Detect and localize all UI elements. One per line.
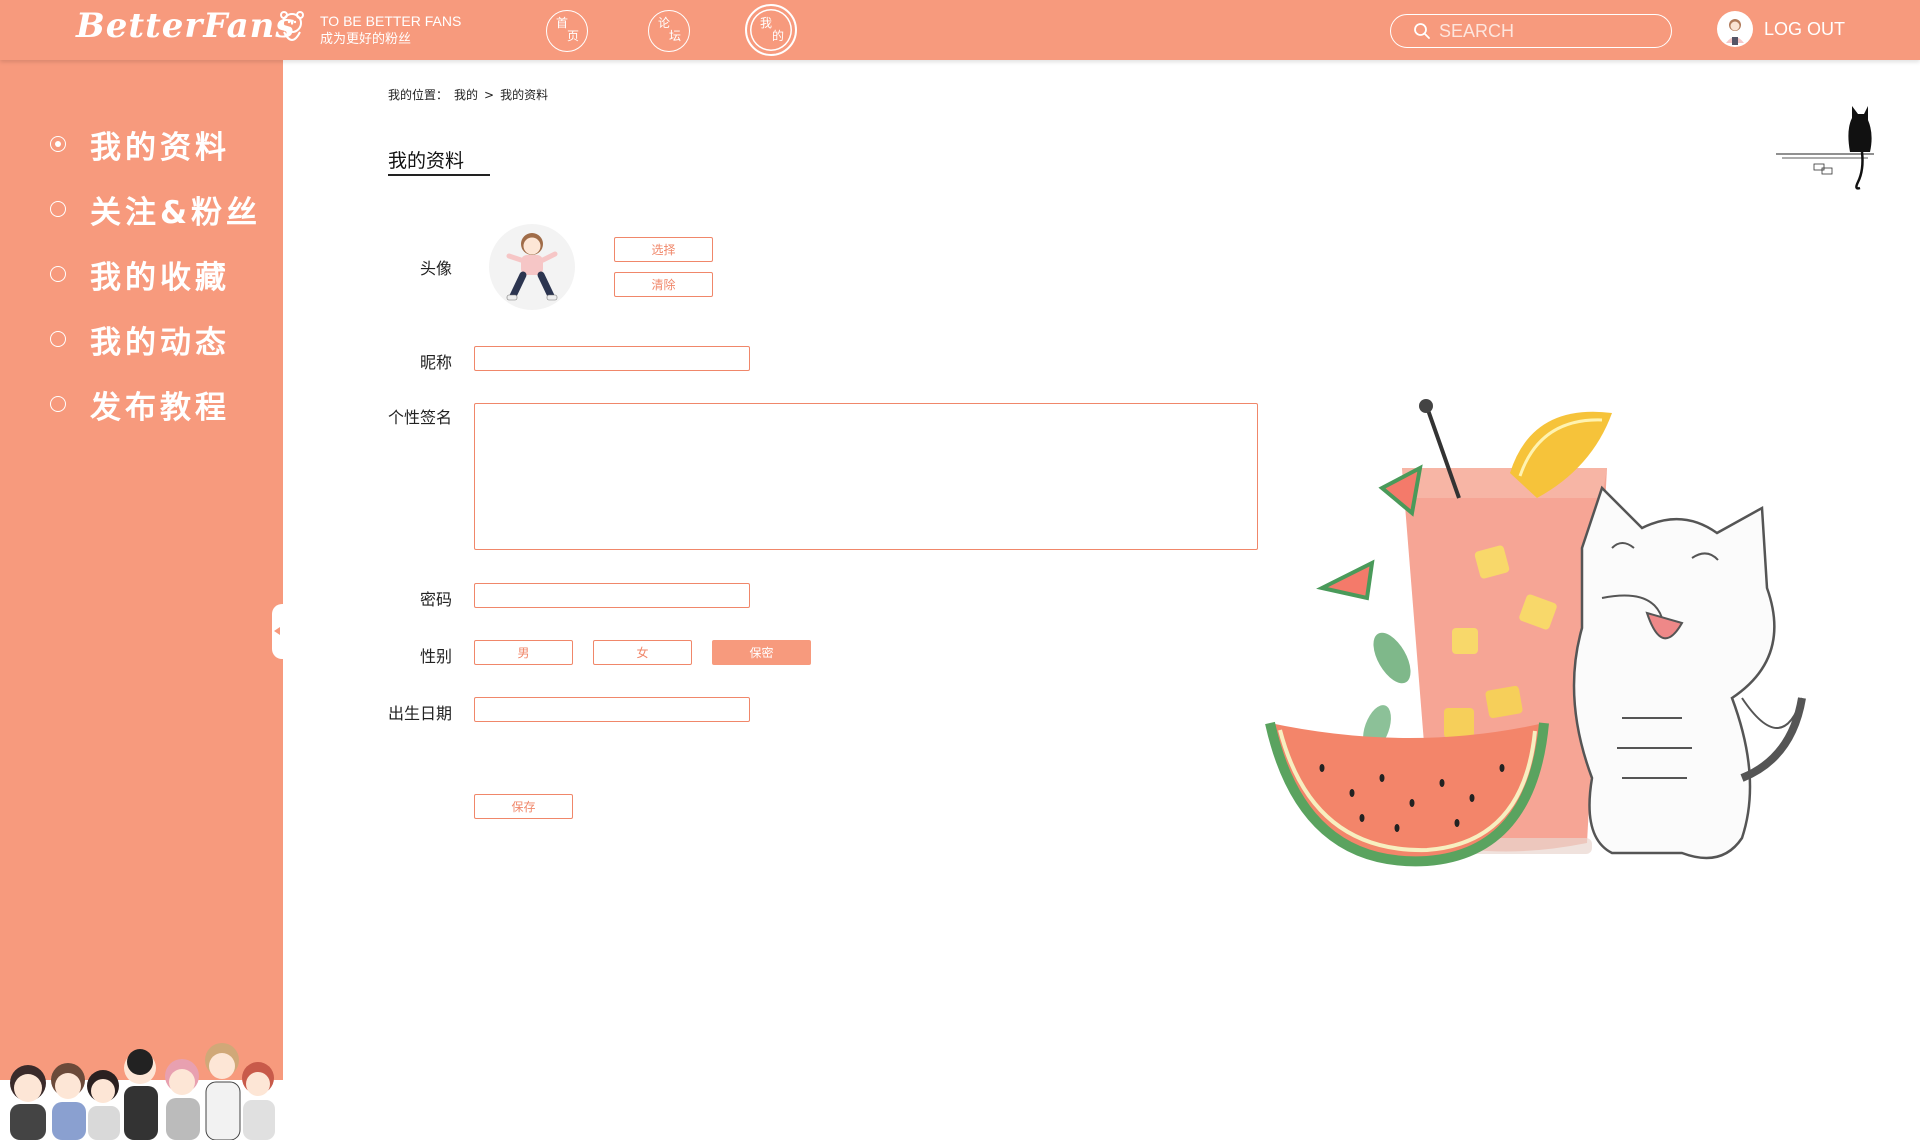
- gender-female-button[interactable]: 女: [593, 640, 692, 665]
- breadcrumb-prefix: 我的位置：: [388, 88, 449, 102]
- drink-watermelon-cat-illustration: [1265, 399, 1806, 867]
- nav-mine[interactable]: 我 的: [745, 4, 797, 56]
- sidebar-item-label: 发布教程: [90, 389, 230, 426]
- signature-label: 个性签名: [387, 408, 452, 427]
- choose-avatar-button[interactable]: 选择: [614, 237, 713, 262]
- sidebar-item-follow-fans[interactable]: 关注&粉丝: [50, 187, 261, 231]
- cartoon-group-illustration: [10, 1043, 275, 1140]
- nav-home[interactable]: 首 页: [546, 10, 588, 52]
- cat-silhouette-decoration: [1776, 106, 1874, 190]
- user-avatar[interactable]: [1717, 11, 1753, 47]
- avatar-label: 头像: [419, 259, 452, 278]
- breadcrumb: 我的位置： 我的 > 我的资料: [388, 86, 554, 103]
- sidebar-item-publish-tutorial[interactable]: 发布教程: [50, 382, 230, 426]
- search-input[interactable]: [1439, 19, 1659, 43]
- nickname-label: 昵称: [419, 353, 452, 372]
- nickname-input[interactable]: [474, 346, 750, 371]
- sidebar-item-favorites[interactable]: 我的收藏: [50, 252, 230, 296]
- password-label: 密码: [419, 590, 452, 609]
- page-title: 我的资料: [388, 150, 465, 172]
- sidebar-item-label: 关注&粉丝: [90, 194, 262, 231]
- radio-icon: [50, 266, 66, 282]
- tagline-cn: 成为更好的粉丝: [320, 31, 412, 46]
- logout-button[interactable]: LOG OUT: [1764, 19, 1845, 40]
- sidebar-collapse-handle[interactable]: [272, 604, 284, 659]
- nav-forum[interactable]: 论 坛: [648, 10, 690, 52]
- save-button[interactable]: 保存: [474, 794, 573, 819]
- breadcrumb-level2: 我的资料: [500, 88, 549, 102]
- gender-male-button[interactable]: 男: [474, 640, 573, 665]
- profile-avatar-image: [506, 233, 558, 301]
- user-avatar-icon: [1726, 19, 1744, 45]
- radio-selected-icon: [50, 136, 66, 152]
- radio-icon: [50, 396, 66, 412]
- gender-secret-button[interactable]: 保密: [712, 640, 811, 665]
- sidebar-item-profile[interactable]: 我的资料: [50, 122, 230, 166]
- tagline-en: TO BE BETTER FANS: [320, 13, 462, 29]
- radio-icon: [50, 331, 66, 347]
- sidebar-item-label: 我的收藏: [90, 259, 230, 296]
- site-logo[interactable]: BetterFans: [76, 6, 296, 46]
- sidebar-item-activity[interactable]: 我的动态: [50, 317, 230, 361]
- nav-mine-char1: 我: [760, 16, 773, 30]
- sidebar-item-label: 我的动态: [90, 324, 230, 361]
- sidebar: 我的资料 关注&粉丝 我的收藏 我的动态 发布教程: [0, 60, 284, 1140]
- bear-mascot-icon: [280, 11, 304, 41]
- search-box[interactable]: [1390, 14, 1672, 48]
- nav-mine-char2: 的: [772, 29, 785, 43]
- birthday-input[interactable]: [474, 697, 750, 722]
- nav-forum-char2: 坛: [669, 29, 682, 43]
- signature-textarea[interactable]: [474, 403, 1258, 550]
- search-icon: [1414, 23, 1430, 39]
- clear-avatar-button[interactable]: 清除: [614, 272, 713, 297]
- profile-avatar: [489, 224, 575, 310]
- password-input[interactable]: [474, 583, 750, 608]
- top-header: BetterFans TO BE BETTER FANS 成为更好的粉丝 首 页…: [0, 0, 1920, 60]
- nav-home-char2: 页: [567, 29, 580, 43]
- radio-icon: [50, 201, 66, 217]
- tagline: TO BE BETTER FANS 成为更好的粉丝: [320, 13, 461, 47]
- birthday-label: 出生日期: [387, 704, 452, 723]
- sidebar-item-label: 我的资料: [90, 129, 230, 166]
- breadcrumb-level1[interactable]: 我的: [454, 88, 478, 102]
- breadcrumb-separator: >: [484, 88, 495, 102]
- gender-label: 性别: [419, 647, 452, 666]
- title-underline: [388, 174, 490, 176]
